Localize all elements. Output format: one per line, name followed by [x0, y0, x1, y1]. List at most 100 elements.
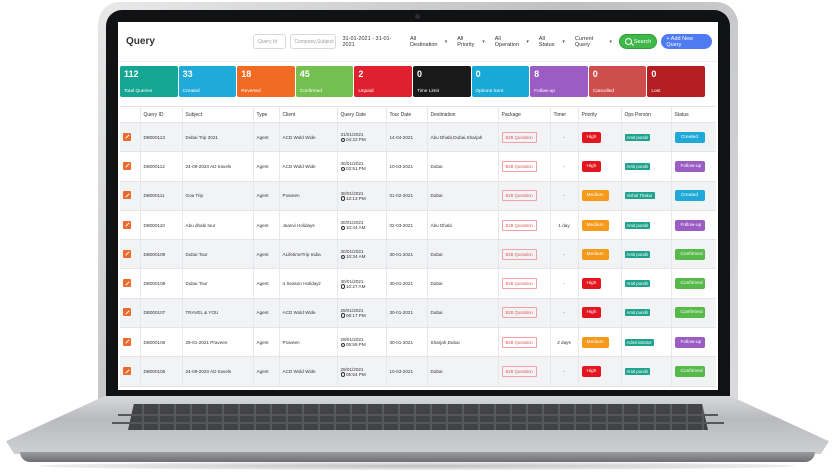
query-id-input[interactable]: Query Id: [252, 34, 286, 49]
status-button[interactable]: Follow-up: [674, 336, 705, 348]
summary-tile[interactable]: 0 Cancelled: [588, 66, 647, 97]
edit-icon[interactable]: [123, 249, 131, 258]
status-button[interactable]: Created: [674, 131, 705, 143]
query-id-link[interactable]: DB000111: [139, 181, 182, 211]
tile-label: Confirmed: [299, 89, 322, 94]
subject-link[interactable]: 24-09-2020 AD travels: [181, 151, 253, 182]
summary-tile[interactable]: 8 Follow-up: [530, 66, 588, 97]
summary-tile[interactable]: 112 Total Queries: [120, 66, 178, 97]
priority-badge: High: [581, 366, 602, 378]
ops-person-cell: Amit pundir: [620, 239, 671, 270]
chevron-down-icon: ▾: [482, 38, 485, 45]
table-row: DB000111 Goa Trip Agent Praveen 30/01/2021 12…: [120, 181, 716, 211]
summary-tile[interactable]: 0 Time Limit: [412, 66, 471, 97]
package-button[interactable]: B2B Quotation: [501, 307, 537, 319]
edit-icon[interactable]: [123, 132, 131, 141]
destination-cell: Sharjah,Dubai: [426, 327, 498, 358]
query-id-link[interactable]: DB000107: [139, 298, 182, 329]
edit-icon[interactable]: [123, 161, 131, 170]
query-scope-select[interactable]: Current Query ▾: [572, 34, 615, 49]
client-cell: ALifetimeTrip India: [278, 239, 337, 270]
query-time: 12:13 PM: [346, 195, 366, 201]
package-button[interactable]: B2B Quotation: [501, 160, 537, 172]
query-id-link[interactable]: DB000109: [139, 239, 182, 270]
summary-tile[interactable]: 45 Confirmed: [295, 66, 354, 97]
ops-person-badge: Amit pundir: [624, 250, 651, 258]
destination-select-label: All Destination: [409, 35, 438, 48]
package-button[interactable]: B2B Quotation: [501, 336, 537, 348]
column-header: Ops Person: [620, 106, 671, 123]
status-button[interactable]: Follow-up: [674, 160, 705, 172]
summary-tile[interactable]: 2 Unpaid: [354, 66, 412, 97]
tile-count: 0: [416, 69, 422, 79]
query-time: 06:17 PM: [346, 312, 366, 318]
query-id-link[interactable]: DB000105: [139, 356, 182, 387]
summary-tile[interactable]: 0 Options Sent: [471, 66, 530, 97]
status-button[interactable]: Confirmed: [674, 278, 705, 290]
client-cell: Praveen: [278, 327, 337, 358]
subject-link[interactable]: Dubai Tour: [181, 239, 253, 270]
edit-cell: [120, 298, 140, 329]
search-button[interactable]: Search: [618, 34, 658, 49]
date-range-picker[interactable]: 31-01-2021 - 31-01-2021: [340, 36, 403, 48]
tile-label: Reverted: [241, 89, 261, 94]
edit-icon[interactable]: [123, 367, 131, 376]
package-button[interactable]: B2B Quotation: [501, 131, 537, 143]
destination-cell: Dubai: [426, 268, 498, 299]
priority-select[interactable]: All Priority ▾: [454, 34, 488, 49]
filter-bar: Query Id Company,Subject 31-01-2021 - 31…: [252, 34, 712, 49]
query-date-cell: 30/01/2021 12:13 PM: [336, 181, 386, 211]
destination-cell: Abu Dhabi,Dubai,Sharjah: [426, 122, 498, 153]
subject-link[interactable]: Goa Trip: [181, 181, 253, 211]
company-subject-input[interactable]: Company,Subject: [289, 34, 336, 49]
add-new-query-button[interactable]: + Add New Query: [661, 34, 712, 49]
package-button[interactable]: B2B Quotation: [501, 219, 537, 231]
status-cell: Confirmed: [670, 356, 716, 387]
package-button[interactable]: B2B Quotation: [501, 248, 537, 260]
status-select[interactable]: All Status ▾: [536, 34, 568, 49]
subject-link[interactable]: TRAVEL & YOU: [181, 298, 253, 329]
package-button[interactable]: B2B Quotation: [501, 190, 537, 202]
summary-tile[interactable]: 33 Created: [178, 66, 237, 97]
subject-link[interactable]: 29-01-2021 Praveen: [181, 327, 253, 358]
subject-link[interactable]: Abu dhabi tour: [181, 210, 253, 241]
column-header: Subject: [181, 106, 253, 123]
query-id-link[interactable]: DB000110: [139, 210, 182, 241]
query-id-link[interactable]: DB000108: [139, 268, 182, 299]
status-cell: Confirmed: [670, 268, 716, 299]
type-cell: Agent: [252, 239, 279, 270]
subject-link[interactable]: Dubai Tour: [181, 268, 253, 299]
package-button[interactable]: B2B Quotation: [501, 366, 537, 378]
query-id-link[interactable]: DB000106: [139, 327, 182, 358]
edit-icon[interactable]: [123, 337, 131, 346]
ops-person-badge: Amit pundir: [624, 368, 651, 376]
summary-tile[interactable]: 18 Reverted: [237, 66, 295, 97]
summary-tile[interactable]: 0 Lost: [647, 66, 705, 97]
status-button[interactable]: Confirmed: [674, 307, 705, 319]
query-time-line: 06:17 PM: [340, 312, 383, 318]
type-cell: Agent: [252, 151, 279, 182]
status-button[interactable]: Created: [674, 190, 705, 202]
edit-icon[interactable]: [123, 191, 131, 200]
package-button[interactable]: B2B Quotation: [501, 278, 537, 290]
query-id-link[interactable]: DB000112: [139, 151, 182, 182]
edit-icon[interactable]: [123, 279, 131, 288]
priority-cell: High: [577, 122, 621, 153]
subject-link[interactable]: 24-09-2020 AD travels: [181, 356, 253, 387]
query-time: 05:59 PM: [346, 342, 366, 348]
destination-cell: Dubai: [426, 298, 498, 329]
destination-select[interactable]: All Destination ▾: [407, 34, 450, 49]
table-row: DB000110 Abu dhabi tour Agent Jaanvi Holida…: [120, 210, 716, 241]
edit-icon[interactable]: [123, 308, 131, 317]
status-button[interactable]: Follow-up: [674, 219, 705, 231]
tile-label: Created: [182, 89, 200, 94]
operation-select[interactable]: All Operation ▾: [492, 34, 532, 49]
subject-link[interactable]: Dubai Trip 2021: [181, 122, 253, 153]
query-id-link[interactable]: DB000113: [139, 122, 182, 153]
timer-cell: 2 days: [549, 327, 578, 358]
edit-icon[interactable]: [123, 220, 131, 229]
priority-badge: High: [581, 131, 602, 143]
status-button[interactable]: Confirmed: [674, 248, 705, 260]
status-button[interactable]: Confirmed: [674, 366, 705, 378]
app-screen: Query Query Id Company,Subject 31-01-202…: [118, 22, 718, 390]
